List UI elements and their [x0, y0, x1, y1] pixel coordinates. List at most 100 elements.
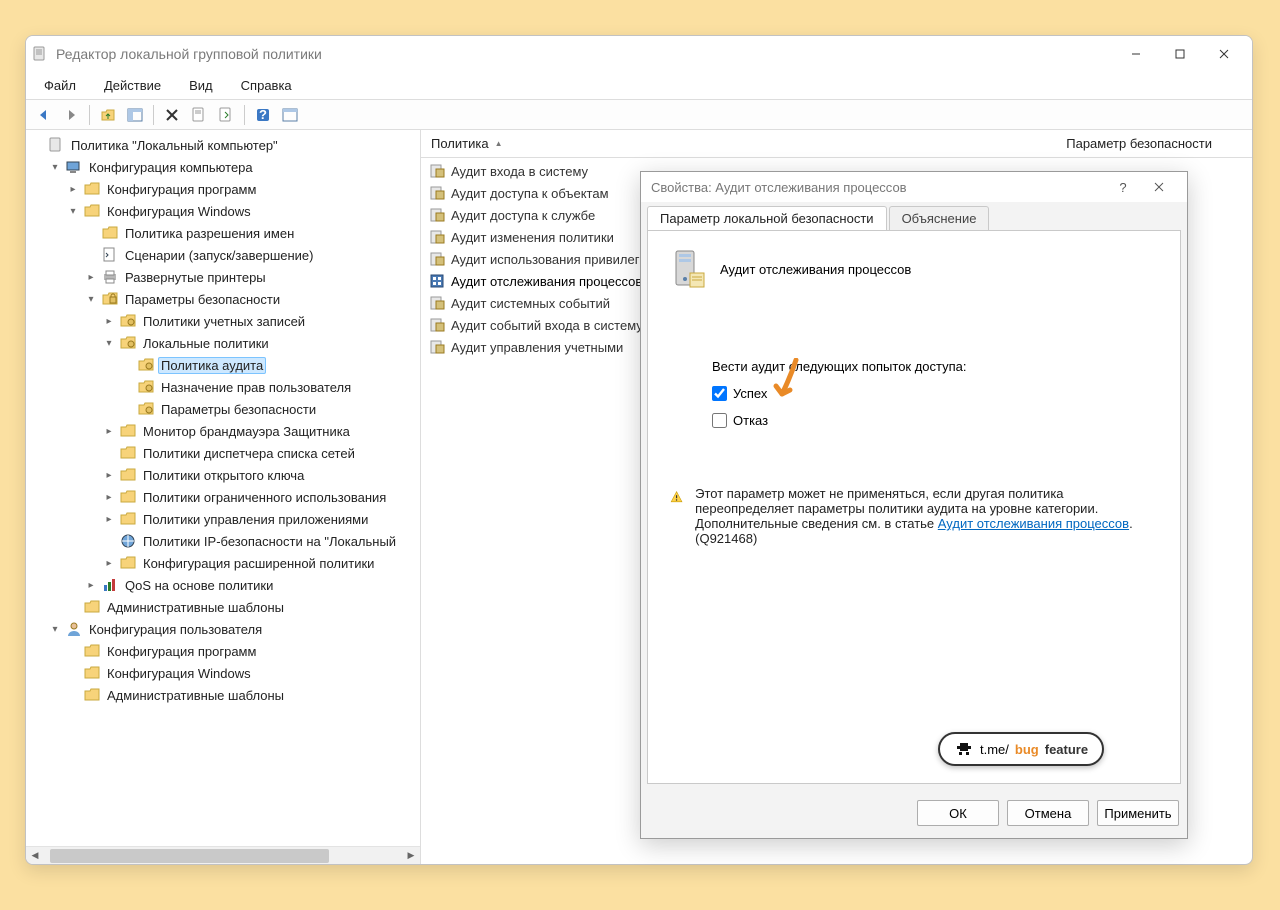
- scroll-thumb[interactable]: [50, 849, 329, 863]
- checkbox-success[interactable]: [712, 386, 727, 401]
- tab-explanation[interactable]: Объяснение: [889, 206, 990, 230]
- tree-label: Политики ограниченного использования: [140, 489, 389, 506]
- scroll-right-button[interactable]: ▶: [402, 847, 420, 865]
- expand-icon[interactable]: ▸: [84, 580, 98, 591]
- expand-icon[interactable]: ▸: [102, 558, 116, 569]
- list-row-label: Аудит отслеживания процессов: [451, 274, 642, 289]
- checkbox-failure-row[interactable]: Отказ: [712, 413, 1158, 428]
- watermark-bug: bug: [1015, 742, 1039, 757]
- show-hide-tree-button[interactable]: [123, 103, 147, 127]
- policy-item-icon: [429, 295, 445, 311]
- tree-audit-policy[interactable]: Политика аудита: [120, 354, 418, 376]
- minimize-button[interactable]: [1114, 38, 1158, 70]
- up-button[interactable]: [96, 103, 120, 127]
- tree-item[interactable]: Сценарии (запуск/завершение): [84, 244, 418, 266]
- collapse-icon[interactable]: ▾: [48, 162, 62, 173]
- tree-item[interactable]: ▸QoS на основе политики: [84, 574, 418, 596]
- folder-icon: [84, 181, 100, 197]
- back-button[interactable]: [32, 103, 56, 127]
- ok-button[interactable]: ОК: [917, 800, 999, 826]
- forward-button[interactable]: [59, 103, 83, 127]
- warning-link[interactable]: Аудит отслеживания процессов: [938, 516, 1129, 531]
- properties-dialog: Свойства: Аудит отслеживания процессов ?…: [640, 171, 1188, 839]
- tree-item[interactable]: ▸Монитор брандмауэра Защитника: [102, 420, 418, 442]
- collapse-icon[interactable]: ▾: [84, 294, 98, 305]
- properties-button[interactable]: [187, 103, 211, 127]
- tree-item[interactable]: Политики диспетчера списка сетей: [102, 442, 418, 464]
- server-icon: [670, 249, 706, 289]
- tab-local-security[interactable]: Параметр локальной безопасности: [647, 206, 887, 230]
- menu-view[interactable]: Вид: [185, 76, 217, 95]
- cancel-button[interactable]: Отмена: [1007, 800, 1089, 826]
- checkbox-success-label: Успех: [733, 386, 767, 401]
- tree-item[interactable]: Политика разрешения имен: [84, 222, 418, 244]
- tree-item[interactable]: Назначение прав пользователя: [120, 376, 418, 398]
- expand-icon[interactable]: ▸: [102, 470, 116, 481]
- tree-item[interactable]: ▸Политики открытого ключа: [102, 464, 418, 486]
- expand-icon[interactable]: ▸: [66, 184, 80, 195]
- expand-icon[interactable]: ▸: [102, 316, 116, 327]
- expand-icon[interactable]: ▸: [102, 492, 116, 503]
- tree-item[interactable]: Административные шаблоны: [66, 596, 418, 618]
- maximize-button[interactable]: [1158, 38, 1202, 70]
- folder-icon: [120, 445, 136, 461]
- help-button[interactable]: ?: [251, 103, 275, 127]
- tree-item[interactable]: Политики IP-безопасности на "Локальный: [102, 530, 418, 552]
- tree-item[interactable]: ▸Развернутые принтеры: [84, 266, 418, 288]
- checkbox-failure[interactable]: [712, 413, 727, 428]
- policy-icon: [48, 137, 64, 153]
- scroll-track[interactable]: [44, 847, 402, 865]
- policy-item-icon: [429, 163, 445, 179]
- horizontal-scrollbar[interactable]: ◀ ▶: [26, 846, 420, 864]
- menu-file[interactable]: Файл: [40, 76, 80, 95]
- export-button[interactable]: [214, 103, 238, 127]
- tree-root[interactable]: Политика "Локальный компьютер": [30, 134, 418, 156]
- policy-name-label: Аудит отслеживания процессов: [720, 262, 911, 277]
- scroll-left-button[interactable]: ◀: [26, 847, 44, 865]
- tree-item[interactable]: ▾Параметры безопасности: [84, 288, 418, 310]
- dialog-close-button[interactable]: [1141, 173, 1177, 201]
- folder-lock-icon: [120, 313, 136, 329]
- tree-item[interactable]: ▸Конфигурация расширенной политики: [102, 552, 418, 574]
- folder-lock-icon: [138, 401, 154, 417]
- folder-icon: [102, 225, 118, 241]
- tree-item[interactable]: Административные шаблоны: [66, 684, 418, 706]
- tree-item[interactable]: ▸Политики учетных записей: [102, 310, 418, 332]
- tree-computer-config[interactable]: ▾Конфигурация компьютера: [48, 156, 418, 178]
- attempts-label: Вести аудит следующих попыток доступа:: [712, 359, 1158, 374]
- collapse-icon[interactable]: ▾: [48, 624, 62, 635]
- window-title: Редактор локальной групповой политики: [56, 46, 1114, 62]
- tree-item[interactable]: ▸Конфигурация программ: [66, 178, 418, 200]
- tree-item[interactable]: ▸Политики управления приложениями: [102, 508, 418, 530]
- expand-icon[interactable]: ▸: [102, 426, 116, 437]
- collapse-icon[interactable]: ▾: [66, 206, 80, 217]
- apply-button[interactable]: Применить: [1097, 800, 1179, 826]
- tree-item[interactable]: ▸ Политики ограниченного использования: [102, 486, 418, 508]
- collapse-icon[interactable]: ▾: [102, 338, 116, 349]
- tree-user-config[interactable]: ▾Конфигурация пользователя: [48, 618, 418, 640]
- tree-item[interactable]: ▾Конфигурация Windows: [66, 200, 418, 222]
- close-button[interactable]: [1202, 38, 1246, 70]
- checkbox-success-row[interactable]: Успех: [712, 386, 1158, 401]
- tree-item[interactable]: ▾Локальные политики: [102, 332, 418, 354]
- tree-item[interactable]: Параметры безопасности: [120, 398, 418, 420]
- menu-action[interactable]: Действие: [100, 76, 165, 95]
- tree-item[interactable]: Конфигурация программ: [66, 640, 418, 662]
- expand-icon[interactable]: ▸: [102, 514, 116, 525]
- tree-item[interactable]: Конфигурация Windows: [66, 662, 418, 684]
- folder-icon: [120, 555, 136, 571]
- folder-icon: [84, 203, 100, 219]
- list-row-label: Аудит управления учетными: [451, 340, 623, 355]
- expand-icon[interactable]: ▸: [84, 272, 98, 283]
- toolbar-separator: [89, 105, 90, 125]
- security-icon: [102, 291, 118, 307]
- script-icon: [102, 247, 118, 263]
- dialog-help-button[interactable]: ?: [1105, 173, 1141, 201]
- column-policy[interactable]: Политика: [421, 130, 661, 157]
- tree[interactable]: Политика "Локальный компьютер" ▾Конфигур…: [26, 130, 420, 846]
- menu-help[interactable]: Справка: [237, 76, 296, 95]
- delete-button[interactable]: [160, 103, 184, 127]
- column-setting[interactable]: Параметр безопасности: [661, 130, 1252, 157]
- filter-button[interactable]: [278, 103, 302, 127]
- printer-icon: [102, 269, 118, 285]
